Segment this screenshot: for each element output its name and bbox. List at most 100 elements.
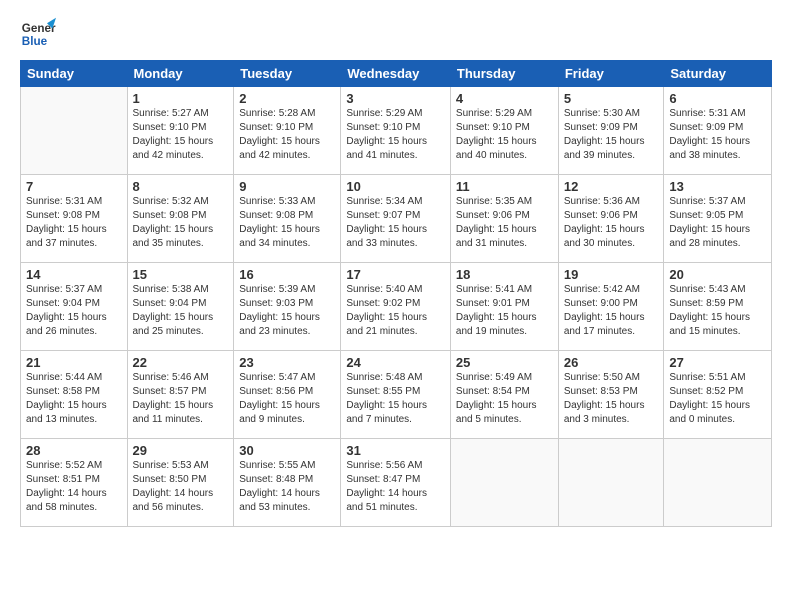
day-number: 29 [133, 443, 229, 458]
day-info: Sunrise: 5:37 AM Sunset: 9:04 PM Dayligh… [26, 283, 122, 339]
day-info: Sunrise: 5:50 AM Sunset: 8:53 PM Dayligh… [564, 371, 659, 427]
day-number: 20 [669, 267, 766, 282]
header-cell-saturday: Saturday [664, 61, 772, 87]
day-info: Sunrise: 5:49 AM Sunset: 8:54 PM Dayligh… [456, 371, 553, 427]
day-number: 3 [346, 91, 445, 106]
day-info: Sunrise: 5:37 AM Sunset: 9:05 PM Dayligh… [669, 195, 766, 251]
day-info: Sunrise: 5:34 AM Sunset: 9:07 PM Dayligh… [346, 195, 445, 251]
day-info: Sunrise: 5:51 AM Sunset: 8:52 PM Dayligh… [669, 371, 766, 427]
day-info: Sunrise: 5:29 AM Sunset: 9:10 PM Dayligh… [456, 107, 553, 163]
day-number: 18 [456, 267, 553, 282]
day-number: 1 [133, 91, 229, 106]
logo: General Blue [20, 16, 56, 52]
day-cell [558, 439, 664, 527]
day-cell [21, 87, 128, 175]
day-cell: 11Sunrise: 5:35 AM Sunset: 9:06 PM Dayli… [450, 175, 558, 263]
day-cell: 7Sunrise: 5:31 AM Sunset: 9:08 PM Daylig… [21, 175, 128, 263]
header-cell-sunday: Sunday [21, 61, 128, 87]
day-number: 9 [239, 179, 335, 194]
day-number: 4 [456, 91, 553, 106]
header-row: SundayMondayTuesdayWednesdayThursdayFrid… [21, 61, 772, 87]
day-cell: 5Sunrise: 5:30 AM Sunset: 9:09 PM Daylig… [558, 87, 664, 175]
day-number: 16 [239, 267, 335, 282]
day-number: 26 [564, 355, 659, 370]
day-info: Sunrise: 5:38 AM Sunset: 9:04 PM Dayligh… [133, 283, 229, 339]
day-number: 14 [26, 267, 122, 282]
day-info: Sunrise: 5:31 AM Sunset: 9:08 PM Dayligh… [26, 195, 122, 251]
day-cell: 9Sunrise: 5:33 AM Sunset: 9:08 PM Daylig… [234, 175, 341, 263]
day-cell: 29Sunrise: 5:53 AM Sunset: 8:50 PM Dayli… [127, 439, 234, 527]
day-number: 22 [133, 355, 229, 370]
day-info: Sunrise: 5:28 AM Sunset: 9:10 PM Dayligh… [239, 107, 335, 163]
day-cell: 4Sunrise: 5:29 AM Sunset: 9:10 PM Daylig… [450, 87, 558, 175]
week-row-5: 28Sunrise: 5:52 AM Sunset: 8:51 PM Dayli… [21, 439, 772, 527]
page-header: General Blue [20, 16, 772, 52]
day-info: Sunrise: 5:47 AM Sunset: 8:56 PM Dayligh… [239, 371, 335, 427]
day-info: Sunrise: 5:33 AM Sunset: 9:08 PM Dayligh… [239, 195, 335, 251]
header-cell-thursday: Thursday [450, 61, 558, 87]
day-number: 19 [564, 267, 659, 282]
day-cell: 25Sunrise: 5:49 AM Sunset: 8:54 PM Dayli… [450, 351, 558, 439]
header-cell-friday: Friday [558, 61, 664, 87]
day-number: 25 [456, 355, 553, 370]
day-info: Sunrise: 5:40 AM Sunset: 9:02 PM Dayligh… [346, 283, 445, 339]
header-cell-monday: Monday [127, 61, 234, 87]
day-number: 10 [346, 179, 445, 194]
day-number: 2 [239, 91, 335, 106]
day-info: Sunrise: 5:27 AM Sunset: 9:10 PM Dayligh… [133, 107, 229, 163]
day-cell: 31Sunrise: 5:56 AM Sunset: 8:47 PM Dayli… [341, 439, 451, 527]
day-cell: 18Sunrise: 5:41 AM Sunset: 9:01 PM Dayli… [450, 263, 558, 351]
day-number: 27 [669, 355, 766, 370]
day-number: 12 [564, 179, 659, 194]
day-cell: 17Sunrise: 5:40 AM Sunset: 9:02 PM Dayli… [341, 263, 451, 351]
day-cell: 6Sunrise: 5:31 AM Sunset: 9:09 PM Daylig… [664, 87, 772, 175]
day-cell: 26Sunrise: 5:50 AM Sunset: 8:53 PM Dayli… [558, 351, 664, 439]
header-cell-wednesday: Wednesday [341, 61, 451, 87]
day-cell: 23Sunrise: 5:47 AM Sunset: 8:56 PM Dayli… [234, 351, 341, 439]
day-info: Sunrise: 5:36 AM Sunset: 9:06 PM Dayligh… [564, 195, 659, 251]
day-cell: 1Sunrise: 5:27 AM Sunset: 9:10 PM Daylig… [127, 87, 234, 175]
day-cell: 21Sunrise: 5:44 AM Sunset: 8:58 PM Dayli… [21, 351, 128, 439]
day-info: Sunrise: 5:31 AM Sunset: 9:09 PM Dayligh… [669, 107, 766, 163]
day-number: 28 [26, 443, 122, 458]
week-row-3: 14Sunrise: 5:37 AM Sunset: 9:04 PM Dayli… [21, 263, 772, 351]
day-info: Sunrise: 5:29 AM Sunset: 9:10 PM Dayligh… [346, 107, 445, 163]
day-info: Sunrise: 5:56 AM Sunset: 8:47 PM Dayligh… [346, 459, 445, 515]
day-number: 8 [133, 179, 229, 194]
day-info: Sunrise: 5:43 AM Sunset: 8:59 PM Dayligh… [669, 283, 766, 339]
day-cell: 15Sunrise: 5:38 AM Sunset: 9:04 PM Dayli… [127, 263, 234, 351]
day-cell: 30Sunrise: 5:55 AM Sunset: 8:48 PM Dayli… [234, 439, 341, 527]
day-cell: 3Sunrise: 5:29 AM Sunset: 9:10 PM Daylig… [341, 87, 451, 175]
day-info: Sunrise: 5:30 AM Sunset: 9:09 PM Dayligh… [564, 107, 659, 163]
week-row-4: 21Sunrise: 5:44 AM Sunset: 8:58 PM Dayli… [21, 351, 772, 439]
week-row-2: 7Sunrise: 5:31 AM Sunset: 9:08 PM Daylig… [21, 175, 772, 263]
day-cell [664, 439, 772, 527]
day-info: Sunrise: 5:53 AM Sunset: 8:50 PM Dayligh… [133, 459, 229, 515]
day-info: Sunrise: 5:35 AM Sunset: 9:06 PM Dayligh… [456, 195, 553, 251]
logo-icon: General Blue [20, 16, 56, 52]
day-info: Sunrise: 5:42 AM Sunset: 9:00 PM Dayligh… [564, 283, 659, 339]
day-number: 31 [346, 443, 445, 458]
day-number: 23 [239, 355, 335, 370]
day-cell: 2Sunrise: 5:28 AM Sunset: 9:10 PM Daylig… [234, 87, 341, 175]
svg-text:Blue: Blue [22, 35, 48, 48]
day-info: Sunrise: 5:39 AM Sunset: 9:03 PM Dayligh… [239, 283, 335, 339]
week-row-1: 1Sunrise: 5:27 AM Sunset: 9:10 PM Daylig… [21, 87, 772, 175]
day-number: 24 [346, 355, 445, 370]
day-number: 11 [456, 179, 553, 194]
day-cell: 12Sunrise: 5:36 AM Sunset: 9:06 PM Dayli… [558, 175, 664, 263]
day-number: 13 [669, 179, 766, 194]
day-cell: 8Sunrise: 5:32 AM Sunset: 9:08 PM Daylig… [127, 175, 234, 263]
day-cell: 10Sunrise: 5:34 AM Sunset: 9:07 PM Dayli… [341, 175, 451, 263]
day-cell: 22Sunrise: 5:46 AM Sunset: 8:57 PM Dayli… [127, 351, 234, 439]
day-number: 17 [346, 267, 445, 282]
day-cell: 27Sunrise: 5:51 AM Sunset: 8:52 PM Dayli… [664, 351, 772, 439]
day-cell: 14Sunrise: 5:37 AM Sunset: 9:04 PM Dayli… [21, 263, 128, 351]
calendar-table: SundayMondayTuesdayWednesdayThursdayFrid… [20, 60, 772, 527]
day-cell: 24Sunrise: 5:48 AM Sunset: 8:55 PM Dayli… [341, 351, 451, 439]
day-cell: 16Sunrise: 5:39 AM Sunset: 9:03 PM Dayli… [234, 263, 341, 351]
header-cell-tuesday: Tuesday [234, 61, 341, 87]
day-number: 30 [239, 443, 335, 458]
day-info: Sunrise: 5:52 AM Sunset: 8:51 PM Dayligh… [26, 459, 122, 515]
day-number: 21 [26, 355, 122, 370]
